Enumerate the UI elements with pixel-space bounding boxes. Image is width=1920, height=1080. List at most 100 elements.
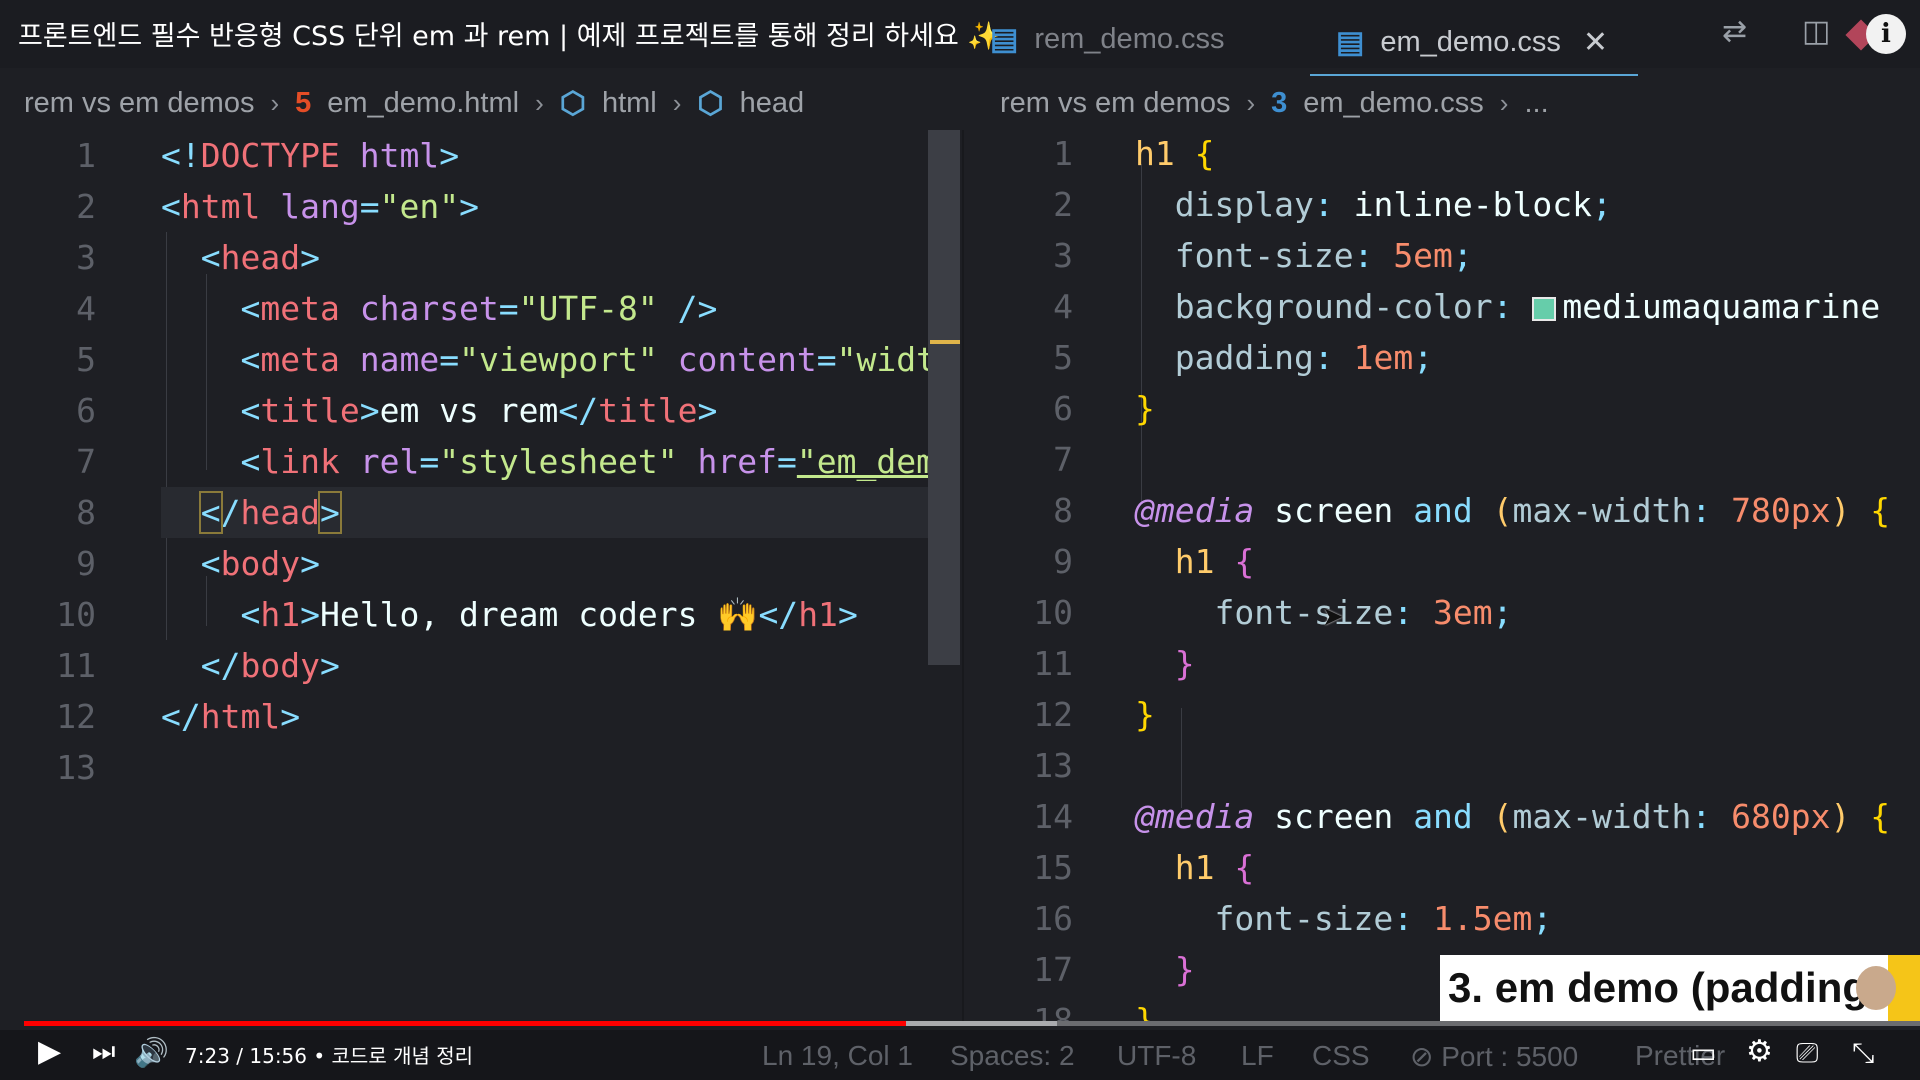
play-icon[interactable]: ▶ — [38, 1034, 61, 1069]
info-icon[interactable]: i — [1866, 14, 1906, 54]
line-number: 9 — [76, 544, 96, 583]
status-eol[interactable]: LF — [1241, 1040, 1274, 1072]
settings-icon[interactable]: ⚙ — [1746, 1034, 1773, 1069]
chevron-right-icon: › — [1246, 87, 1256, 118]
editor-divider[interactable] — [962, 130, 964, 1025]
next-icon[interactable]: ⏭ — [92, 1037, 115, 1068]
line-number: 5 — [1053, 338, 1073, 377]
breadcrumb-more[interactable]: ... — [1524, 87, 1548, 120]
name-value: "viewport" — [459, 340, 658, 379]
code-line: 12 </html> — [0, 691, 960, 742]
line-number: 12 — [56, 697, 96, 736]
code-line: 9 h1 { — [965, 536, 1920, 587]
status-encoding[interactable]: UTF-8 — [1117, 1040, 1196, 1072]
cube-icon: ⬡ — [559, 86, 586, 120]
code-line: 5 <meta name="viewport" content="widt — [0, 334, 960, 385]
code-line: 16 font-size: 1.5em; — [965, 893, 1920, 944]
font-size-value: 1.5em — [1433, 899, 1533, 938]
code-line: 7 — [965, 434, 1920, 485]
code-line: 4 background-color: mediumaquamarine — [965, 281, 1920, 332]
line-number: 11 — [1033, 644, 1073, 683]
video-progress-bar[interactable] — [24, 1021, 1920, 1026]
source-control-compare-icon[interactable]: ⇄ — [1722, 14, 1762, 54]
code-line: 6 <title>em vs rem</title> — [0, 385, 960, 436]
close-tab-icon[interactable]: ✕ — [1583, 25, 1608, 60]
code-line: 12 } — [965, 689, 1920, 740]
tab-label: rem_demo.css — [1034, 22, 1225, 55]
padding-value: 1em — [1353, 338, 1414, 377]
code-line: 3 <head> — [0, 232, 960, 283]
code-line: 15 h1 { — [965, 842, 1920, 893]
html-editor[interactable]: 1 <!DOCTYPE html> 2 <html lang="en"> 3 <… — [0, 130, 960, 1025]
port-label: Port : 5500 — [1441, 1041, 1579, 1072]
color-swatch[interactable] — [1532, 296, 1557, 321]
code-line: 11 } — [965, 638, 1920, 689]
code-line: 8 @media screen and (max-width: 780px) { — [965, 485, 1920, 536]
line-number: 3 — [1053, 236, 1073, 275]
line-number: 10 — [1033, 593, 1073, 632]
status-position[interactable]: Ln 19, Col 1 — [762, 1040, 913, 1072]
code-line: 5 padding: 1em; — [965, 332, 1920, 383]
subtitles-icon[interactable]: ▭ — [1690, 1036, 1716, 1069]
href-value[interactable]: "em_dem — [797, 442, 936, 481]
rel-value: "stylesheet" — [439, 442, 678, 481]
tab-rem-demo-css[interactable]: ▤ rem_demo.css — [990, 10, 1225, 68]
played-bar — [24, 1021, 906, 1026]
line-number: 6 — [76, 391, 96, 430]
breadcrumb-folder[interactable]: rem vs em demos — [24, 87, 254, 120]
mouse-cursor-icon: ➤ — [1322, 602, 1344, 632]
breadcrumb-right: rem vs em demos › 3 em_demo.css › ... — [1000, 80, 1549, 126]
tab-em-demo-css[interactable]: ▤ em_demo.css ✕ — [1310, 10, 1639, 76]
css-file-icon: ▤ — [990, 22, 1019, 56]
line-number: 8 — [76, 493, 96, 532]
chapter-caption: 3. em demo (padding — [1440, 955, 1918, 1021]
code-line: 1 h1 { — [965, 130, 1920, 179]
tab-label: em_demo.css — [1380, 25, 1561, 58]
css-file-icon: ▤ — [1336, 25, 1365, 59]
line-number: 3 — [76, 238, 96, 277]
code-line: 9 <body> — [0, 538, 960, 589]
code-line: 10 <h1>Hello, dream coders 🙌</h1> — [0, 589, 960, 640]
line-number: 16 — [1033, 899, 1073, 938]
exit-fullscreen-icon[interactable]: ⤡ — [1852, 1036, 1874, 1070]
doctype-value: html — [359, 136, 440, 175]
line-number: 2 — [76, 187, 96, 226]
code-line: 4 <meta charset="UTF-8" /> — [0, 283, 960, 334]
breadcrumb-left: rem vs em demos › 5 em_demo.html › ⬡ htm… — [24, 80, 804, 126]
breadcrumb-file[interactable]: em_demo.html — [327, 87, 519, 120]
html5-icon: 5 — [295, 86, 312, 119]
css-editor[interactable]: 1 h1 { 2 display: inline-block; 3 font-s… — [965, 130, 1920, 1025]
display-value: inline-block — [1353, 185, 1592, 224]
line-number: 9 — [1053, 542, 1073, 581]
css3-icon: 3 — [1271, 86, 1288, 119]
breadcrumb-folder[interactable]: rem vs em demos — [1000, 87, 1230, 120]
status-port[interactable]: ⊘ Port : 5500 — [1410, 1040, 1578, 1073]
cube-icon: ⬡ — [697, 86, 724, 120]
font-size-value: 3em — [1433, 593, 1493, 632]
line-number: 4 — [76, 289, 96, 328]
line-number: 17 — [1033, 950, 1073, 989]
breadcrumb-html[interactable]: html — [602, 87, 657, 120]
code-line: 14 @media screen and (max-width: 680px) … — [965, 791, 1920, 842]
charset-value: "UTF-8" — [518, 289, 658, 328]
breadcrumb-file[interactable]: em_demo.css — [1303, 87, 1484, 120]
avatar — [1856, 966, 1896, 1010]
line-number: 12 — [1033, 695, 1073, 734]
code-line: 7 <link rel="stylesheet" href="em_dem — [0, 436, 960, 487]
status-spaces[interactable]: Spaces: 2 — [950, 1040, 1075, 1072]
code-line: 8 </head> — [0, 487, 960, 538]
title-text: em vs rem — [379, 391, 559, 430]
line-number: 8 — [1053, 491, 1073, 530]
video-title[interactable]: 프론트엔드 필수 반응형 CSS 단위 em 과 rem | 예제 프로젝트를 … — [18, 14, 1001, 53]
cast-icon[interactable]: ⎚ — [1796, 1036, 1818, 1070]
status-language[interactable]: CSS — [1312, 1040, 1370, 1072]
breadcrumb-head[interactable]: head — [740, 87, 805, 120]
line-number: 6 — [1053, 389, 1073, 428]
editor-scrollbar[interactable] — [928, 130, 960, 665]
line-number: 1 — [1053, 134, 1073, 173]
code-line: 13 — [965, 740, 1920, 791]
h1-text: Hello, dream coders 🙌 — [319, 594, 759, 634]
volume-icon[interactable]: 🔊 — [134, 1036, 169, 1069]
split-editor-icon[interactable]: ◫ — [1802, 14, 1842, 54]
code-line: 10 font-size: 3em; — [965, 587, 1920, 638]
